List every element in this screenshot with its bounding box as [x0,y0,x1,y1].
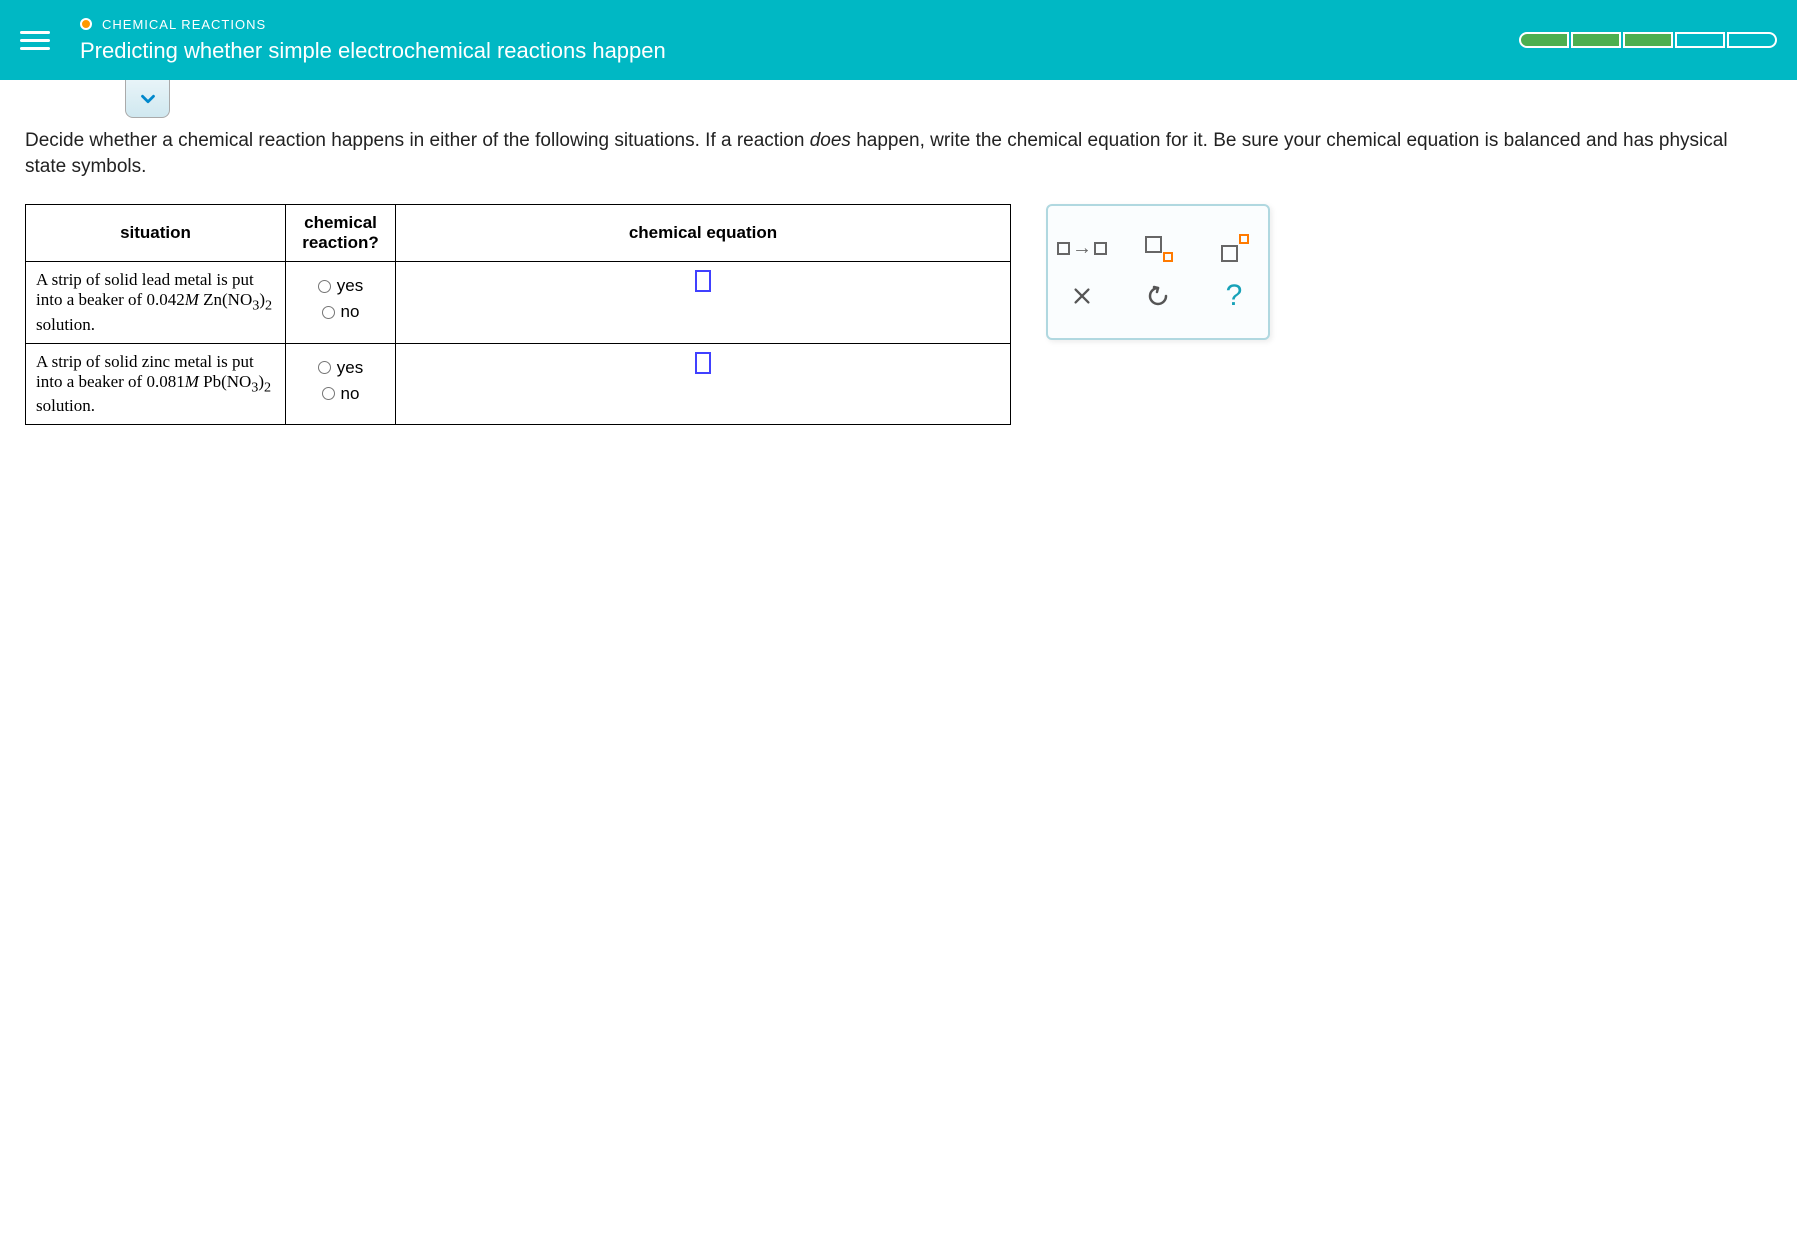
hamburger-menu-icon[interactable] [20,31,50,50]
superscript-button[interactable] [1210,228,1258,268]
instructions-text-pre: Decide whether a chemical reaction happe… [25,130,810,151]
radio-no-label: no [341,302,360,322]
progress-segment [1675,32,1725,48]
reaction-cell: yes no [286,343,396,424]
help-button[interactable]: ? [1210,276,1258,316]
tool-panel: → [1046,204,1270,340]
equation-input[interactable] [695,352,711,374]
situation-tail: solution. [36,315,95,334]
header-content: CHEMICAL REACTIONS Predicting whether si… [80,17,1519,64]
dropdown-tab[interactable] [125,80,170,118]
situation-cell: A strip of solid zinc metal is put into … [26,343,286,424]
reset-button[interactable] [1134,276,1182,316]
category-label: CHEMICAL REACTIONS [102,17,266,32]
header-situation: situation [26,205,286,262]
radio-no[interactable] [322,387,335,400]
question-instructions: Decide whether a chemical reaction happe… [25,128,1772,179]
reaction-arrow-icon: → [1057,237,1107,260]
superscript-icon [1219,234,1249,262]
situation-tail: solution. [36,396,95,415]
app-header: CHEMICAL REACTIONS Predicting whether si… [0,0,1797,80]
close-icon [1071,285,1093,307]
situation-unit: M [185,372,199,391]
equation-input[interactable] [695,270,711,292]
topic-dot-icon [80,18,92,30]
radio-yes-label: yes [337,276,363,296]
progress-segment [1623,32,1673,48]
situation-concentration: 0.081 [146,372,184,391]
topic-title: Predicting whether simple electrochemica… [80,38,1519,64]
progress-segment [1571,32,1621,48]
radio-yes[interactable] [318,361,331,374]
radio-yes-label: yes [337,358,363,378]
situation-concentration: 0.042 [146,290,184,309]
clear-button[interactable] [1058,276,1106,316]
reset-icon [1146,284,1170,308]
question-table: situation chemical reaction? chemical eq… [25,204,1011,425]
progress-segment [1519,32,1569,48]
formula-sub: 2 [264,379,271,395]
reaction-arrow-button[interactable]: → [1058,228,1106,268]
radio-yes[interactable] [318,280,331,293]
equation-cell [396,262,1011,343]
situation-cell: A strip of solid lead metal is put into … [26,262,286,343]
instructions-emphasis: does [810,130,851,151]
radio-no[interactable] [322,306,335,319]
formula-base: Pb(NO [203,372,251,391]
subscript-icon [1143,234,1173,262]
chevron-down-icon [137,88,159,110]
formula-sub: 2 [265,298,272,314]
table-row: A strip of solid lead metal is put into … [26,262,1011,343]
reaction-cell: yes no [286,262,396,343]
progress-segment [1727,32,1777,48]
radio-no-label: no [341,384,360,404]
header-equation: chemical equation [396,205,1011,262]
table-row: A strip of solid zinc metal is put into … [26,343,1011,424]
progress-bar [1519,32,1777,48]
subscript-button[interactable] [1134,228,1182,268]
equation-cell [396,343,1011,424]
situation-unit: M [185,290,199,309]
formula-base: Zn(NO [203,290,252,309]
header-reaction: chemical reaction? [286,205,396,262]
